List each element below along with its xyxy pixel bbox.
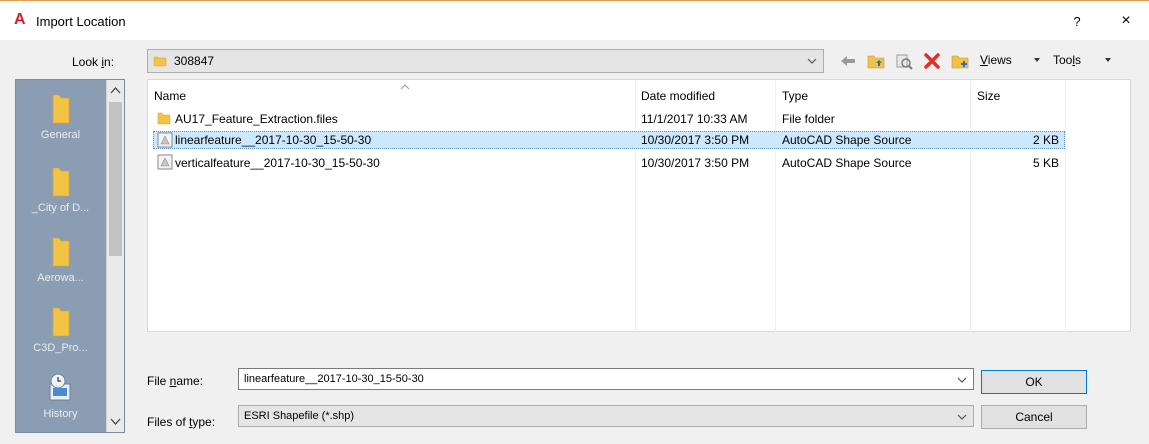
help-button[interactable]: ? (1063, 11, 1091, 33)
file-size: 2 KB (1032, 133, 1059, 147)
chevron-down-icon[interactable] (956, 410, 968, 424)
file-type-select[interactable]: ESRI Shapefile (*.shp) (238, 405, 974, 427)
column-divider[interactable] (1065, 80, 1066, 332)
file-date: 10/30/2017 3:50 PM (641, 133, 750, 147)
place-label: History (43, 408, 78, 420)
place-label: Aerowa... (37, 272, 84, 284)
file-name-label: File name: (147, 374, 204, 388)
folder-icon (153, 54, 167, 71)
place-label: General (40, 129, 81, 141)
file-name: linearfeature__2017-10-30_15-50-30 (175, 133, 372, 147)
ok-button[interactable]: OK (981, 370, 1087, 394)
file-type: File folder (782, 112, 835, 126)
chevron-down-icon[interactable] (806, 54, 818, 68)
column-header-name[interactable]: Name (154, 89, 186, 103)
file-row[interactable]: AU17_Feature_Extraction.files 11/1/2017 … (153, 110, 1065, 128)
views-menu[interactable]: Views (980, 53, 1012, 67)
shape-file-icon (157, 132, 173, 151)
folder-icon (52, 306, 70, 341)
place-c3d-pro[interactable]: C3D_Pro... (16, 298, 105, 368)
look-in-value: 308847 (174, 54, 215, 68)
place-label: C3D_Pro... (33, 342, 88, 354)
file-name-value: linearfeature__2017-10-30_15-50-30 (244, 373, 424, 385)
file-size: 5 KB (1032, 156, 1059, 170)
file-date: 10/30/2017 3:50 PM (641, 156, 750, 170)
window-title: Import Location (36, 14, 126, 29)
scroll-up-icon[interactable] (107, 82, 124, 100)
views-dropdown-arrow-icon[interactable] (1033, 52, 1041, 69)
up-folder-icon[interactable] (866, 51, 886, 71)
file-type-value: ESRI Shapefile (*.shp) (244, 410, 355, 422)
places-bar: General _City of D... Aerowa... C3D_Pro.… (15, 79, 125, 433)
place-history[interactable]: History (16, 364, 105, 432)
place-label: _City of D... (31, 202, 90, 214)
file-name-input[interactable]: linearfeature__2017-10-30_15-50-30 (238, 368, 974, 390)
look-in-label: Look in: (72, 55, 115, 69)
places-list: General _City of D... Aerowa... C3D_Pro.… (16, 80, 105, 432)
file-name: AU17_Feature_Extraction.files (175, 112, 338, 126)
new-folder-icon[interactable] (950, 51, 970, 71)
history-icon (46, 372, 74, 405)
sort-ascending-icon (400, 80, 410, 94)
title-bar: A Import Location ? × (0, 0, 1149, 40)
column-header-type[interactable]: Type (782, 89, 808, 103)
file-name: verticalfeature__2017-10-30_15-50-30 (175, 156, 380, 170)
shape-file-icon (157, 154, 173, 173)
back-arrow-icon[interactable] (838, 51, 858, 71)
cancel-button[interactable]: Cancel (981, 405, 1087, 429)
column-header-date[interactable]: Date modified (641, 89, 715, 103)
folder-icon (52, 93, 70, 128)
file-row-selected[interactable]: linearfeature__2017-10-30_15-50-30 10/30… (153, 131, 1065, 149)
toolbar: Views Tools (834, 49, 1144, 73)
place-general[interactable]: General (16, 85, 105, 155)
delete-icon[interactable] (922, 51, 942, 71)
folder-icon (52, 166, 70, 201)
look-in-combo[interactable]: 308847 (147, 49, 824, 73)
autocad-logo-icon: A (14, 11, 26, 28)
file-type-label: Files of type: (147, 415, 216, 429)
places-scrollbar[interactable] (106, 80, 124, 432)
folder-icon (52, 236, 70, 271)
chevron-down-icon[interactable] (956, 373, 968, 387)
file-row[interactable]: verticalfeature__2017-10-30_15-50-30 10/… (153, 154, 1065, 172)
file-type: AutoCAD Shape Source (782, 156, 912, 170)
column-header-size[interactable]: Size (977, 89, 1000, 103)
folder-icon (157, 111, 171, 128)
place-city-of-d[interactable]: _City of D... (16, 158, 105, 228)
scrollbar-thumb[interactable] (109, 102, 122, 256)
search-web-icon[interactable] (894, 51, 914, 71)
tools-menu[interactable]: Tools (1053, 53, 1081, 67)
file-type: AutoCAD Shape Source (782, 133, 912, 147)
file-list[interactable]: Name Date modified Type Size AU17_Featur… (147, 79, 1131, 332)
tools-dropdown-arrow-icon[interactable] (1104, 52, 1112, 69)
file-date: 11/1/2017 10:33 AM (641, 112, 748, 126)
place-aerowa[interactable]: Aerowa... (16, 228, 105, 298)
close-button[interactable]: × (1112, 10, 1140, 32)
scroll-down-icon[interactable] (107, 412, 124, 430)
